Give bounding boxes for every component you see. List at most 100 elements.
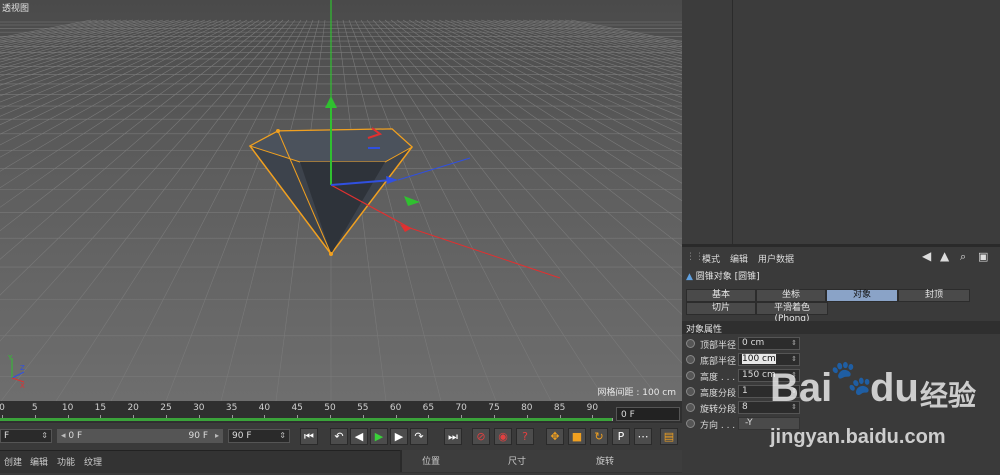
- animate-radio[interactable]: [686, 339, 695, 348]
- start-frame-field[interactable]: F ⇕: [0, 429, 52, 443]
- previous-key-button[interactable]: ↶: [330, 428, 348, 445]
- grid-line: [402, 19, 682, 202]
- lock-icon[interactable]: ▣: [978, 250, 988, 263]
- timeline-tick-label: 80: [521, 403, 533, 413]
- previous-frame-button[interactable]: ◀: [350, 428, 368, 445]
- auto-key-button[interactable]: ◉: [494, 428, 512, 445]
- rotation-header: 旋转: [596, 457, 615, 467]
- prop-label: 顶部半径: [700, 341, 737, 351]
- timeline-tick-label: 85: [553, 403, 566, 413]
- grid-line: [450, 19, 682, 111]
- grid-line: [0, 19, 134, 52]
- grid-line: [438, 19, 682, 126]
- timeline-tick-label: 20: [127, 403, 139, 413]
- key-parameter-button[interactable]: P: [612, 428, 630, 445]
- object-manager-panel[interactable]: [682, 0, 1000, 244]
- animate-radio[interactable]: [686, 403, 695, 412]
- grid-line: [0, 19, 206, 97]
- y-handle: [325, 96, 337, 108]
- grid-line: [0, 19, 140, 55]
- grid-line: [444, 19, 682, 118]
- object-title: ▲ 圆锥对象 [圆锥]: [686, 269, 760, 282]
- grid-line: [0, 19, 284, 296]
- size-header: 尺寸: [508, 457, 527, 467]
- current-frame-field[interactable]: 0 F: [616, 407, 680, 421]
- key-rotation-button[interactable]: ↻: [590, 428, 608, 445]
- animate-radio[interactable]: [686, 355, 695, 364]
- svg-text:Z: Z: [20, 364, 25, 372]
- tab-basic[interactable]: 基本: [686, 289, 756, 302]
- grid-line: [468, 19, 682, 93]
- timeline-tick-label: 60: [389, 403, 402, 413]
- timeline-tick-label: 90: [586, 403, 599, 413]
- grid-line: [0, 19, 200, 91]
- tab-coordinates[interactable]: 坐标: [756, 289, 826, 302]
- key-scale-button[interactable]: ■: [568, 428, 586, 445]
- animate-radio[interactable]: [686, 387, 695, 396]
- menu-function[interactable]: 功能: [57, 455, 75, 468]
- timeline-tick-label: 55: [357, 403, 369, 413]
- end-frame-field[interactable]: 90 F ⇕: [228, 429, 290, 443]
- preview-range-bar[interactable]: [0, 418, 612, 421]
- go-to-start-button[interactable]: ⏮: [300, 428, 318, 445]
- grid-line: [55, 19, 302, 401]
- key-position-button[interactable]: ✥: [546, 428, 564, 445]
- grid-line: [354, 19, 552, 401]
- tab-object[interactable]: 对象: [826, 289, 898, 302]
- watermark-brand: Bai: [770, 366, 833, 410]
- section-title: 对象属性: [686, 325, 723, 335]
- grid-line: [396, 19, 682, 222]
- scheme-button[interactable]: ▤: [660, 428, 678, 445]
- timeline-tick-label: 15: [94, 403, 107, 413]
- frame-range-slider[interactable]: ◂ 0 F 90 F ▸: [57, 429, 223, 443]
- prop-label: 方向 . . .: [700, 421, 736, 431]
- viewport-canvas[interactable]: Y Z X: [0, 0, 682, 401]
- go-to-end-button[interactable]: ⏭: [444, 428, 462, 445]
- animate-radio[interactable]: [686, 419, 695, 428]
- keyframe-selection-button[interactable]: ?: [516, 428, 534, 445]
- play-button[interactable]: ▶: [370, 428, 388, 445]
- key-pla-button[interactable]: ⋯: [634, 428, 652, 445]
- next-frame-button[interactable]: ▶: [390, 428, 408, 445]
- column-divider[interactable]: [732, 0, 733, 244]
- paw-icon: 🐾: [830, 358, 873, 398]
- top-radius-input[interactable]: 0 cm ⇕: [738, 337, 800, 350]
- grid-line: [0, 19, 230, 126]
- menu-user-data[interactable]: 用户数据: [758, 252, 794, 265]
- perspective-viewport[interactable]: Y Z X 透视图 网格间距 : 100 cm: [0, 0, 684, 401]
- menu-texture[interactable]: 纹理: [84, 455, 102, 468]
- grid-line: [0, 19, 242, 146]
- object-title-text: 圆锥对象 [圆锥]: [695, 272, 760, 282]
- menu-edit[interactable]: 编辑: [730, 252, 748, 265]
- prop-label: 高度分段: [700, 389, 737, 399]
- record-keys-button[interactable]: ⊘: [472, 428, 490, 445]
- attribute-menu-bar: ⋮⋮ 模式 编辑 用户数据 ◀ ▲ ⌕ ▣: [682, 249, 1000, 267]
- prop-label: 旋转分段: [700, 405, 737, 415]
- tab-phong[interactable]: 平滑着色(Phong): [756, 302, 828, 324]
- grid-line: [0, 19, 266, 208]
- timeline-tick-label: 35: [225, 403, 238, 413]
- timeline-tick-label: 40: [258, 403, 271, 413]
- grid-line: [546, 19, 682, 50]
- menu-mode[interactable]: 模式: [702, 252, 720, 265]
- viewport-title[interactable]: 透视图: [2, 1, 29, 14]
- tab-slice[interactable]: 切片: [686, 302, 756, 315]
- menu-edit[interactable]: 编辑: [30, 455, 48, 468]
- search-icon[interactable]: ⌕: [960, 250, 966, 264]
- tab-caps[interactable]: 封顶: [898, 289, 970, 302]
- next-key-button[interactable]: ↷: [410, 428, 428, 445]
- up-arrow-icon[interactable]: ▲: [940, 249, 949, 263]
- back-arrow-icon[interactable]: ◀: [922, 249, 931, 263]
- menu-create[interactable]: 创建: [4, 455, 22, 468]
- grid-line: [462, 19, 682, 98]
- grid-line: [110, 19, 308, 401]
- end-frame-value: 90 F: [232, 431, 252, 441]
- animate-radio[interactable]: [686, 371, 695, 380]
- grid-line: [510, 19, 682, 65]
- grid-line: [552, 19, 682, 48]
- grid-line: [426, 19, 682, 145]
- baidu-watermark: Bai 🐾 du 经验 jingyan.baidu.com: [770, 358, 995, 458]
- world-axes-indicator: Y Z X: [7, 354, 25, 390]
- watermark-url: jingyan.baidu.com: [770, 426, 946, 448]
- grid-line: [420, 19, 682, 156]
